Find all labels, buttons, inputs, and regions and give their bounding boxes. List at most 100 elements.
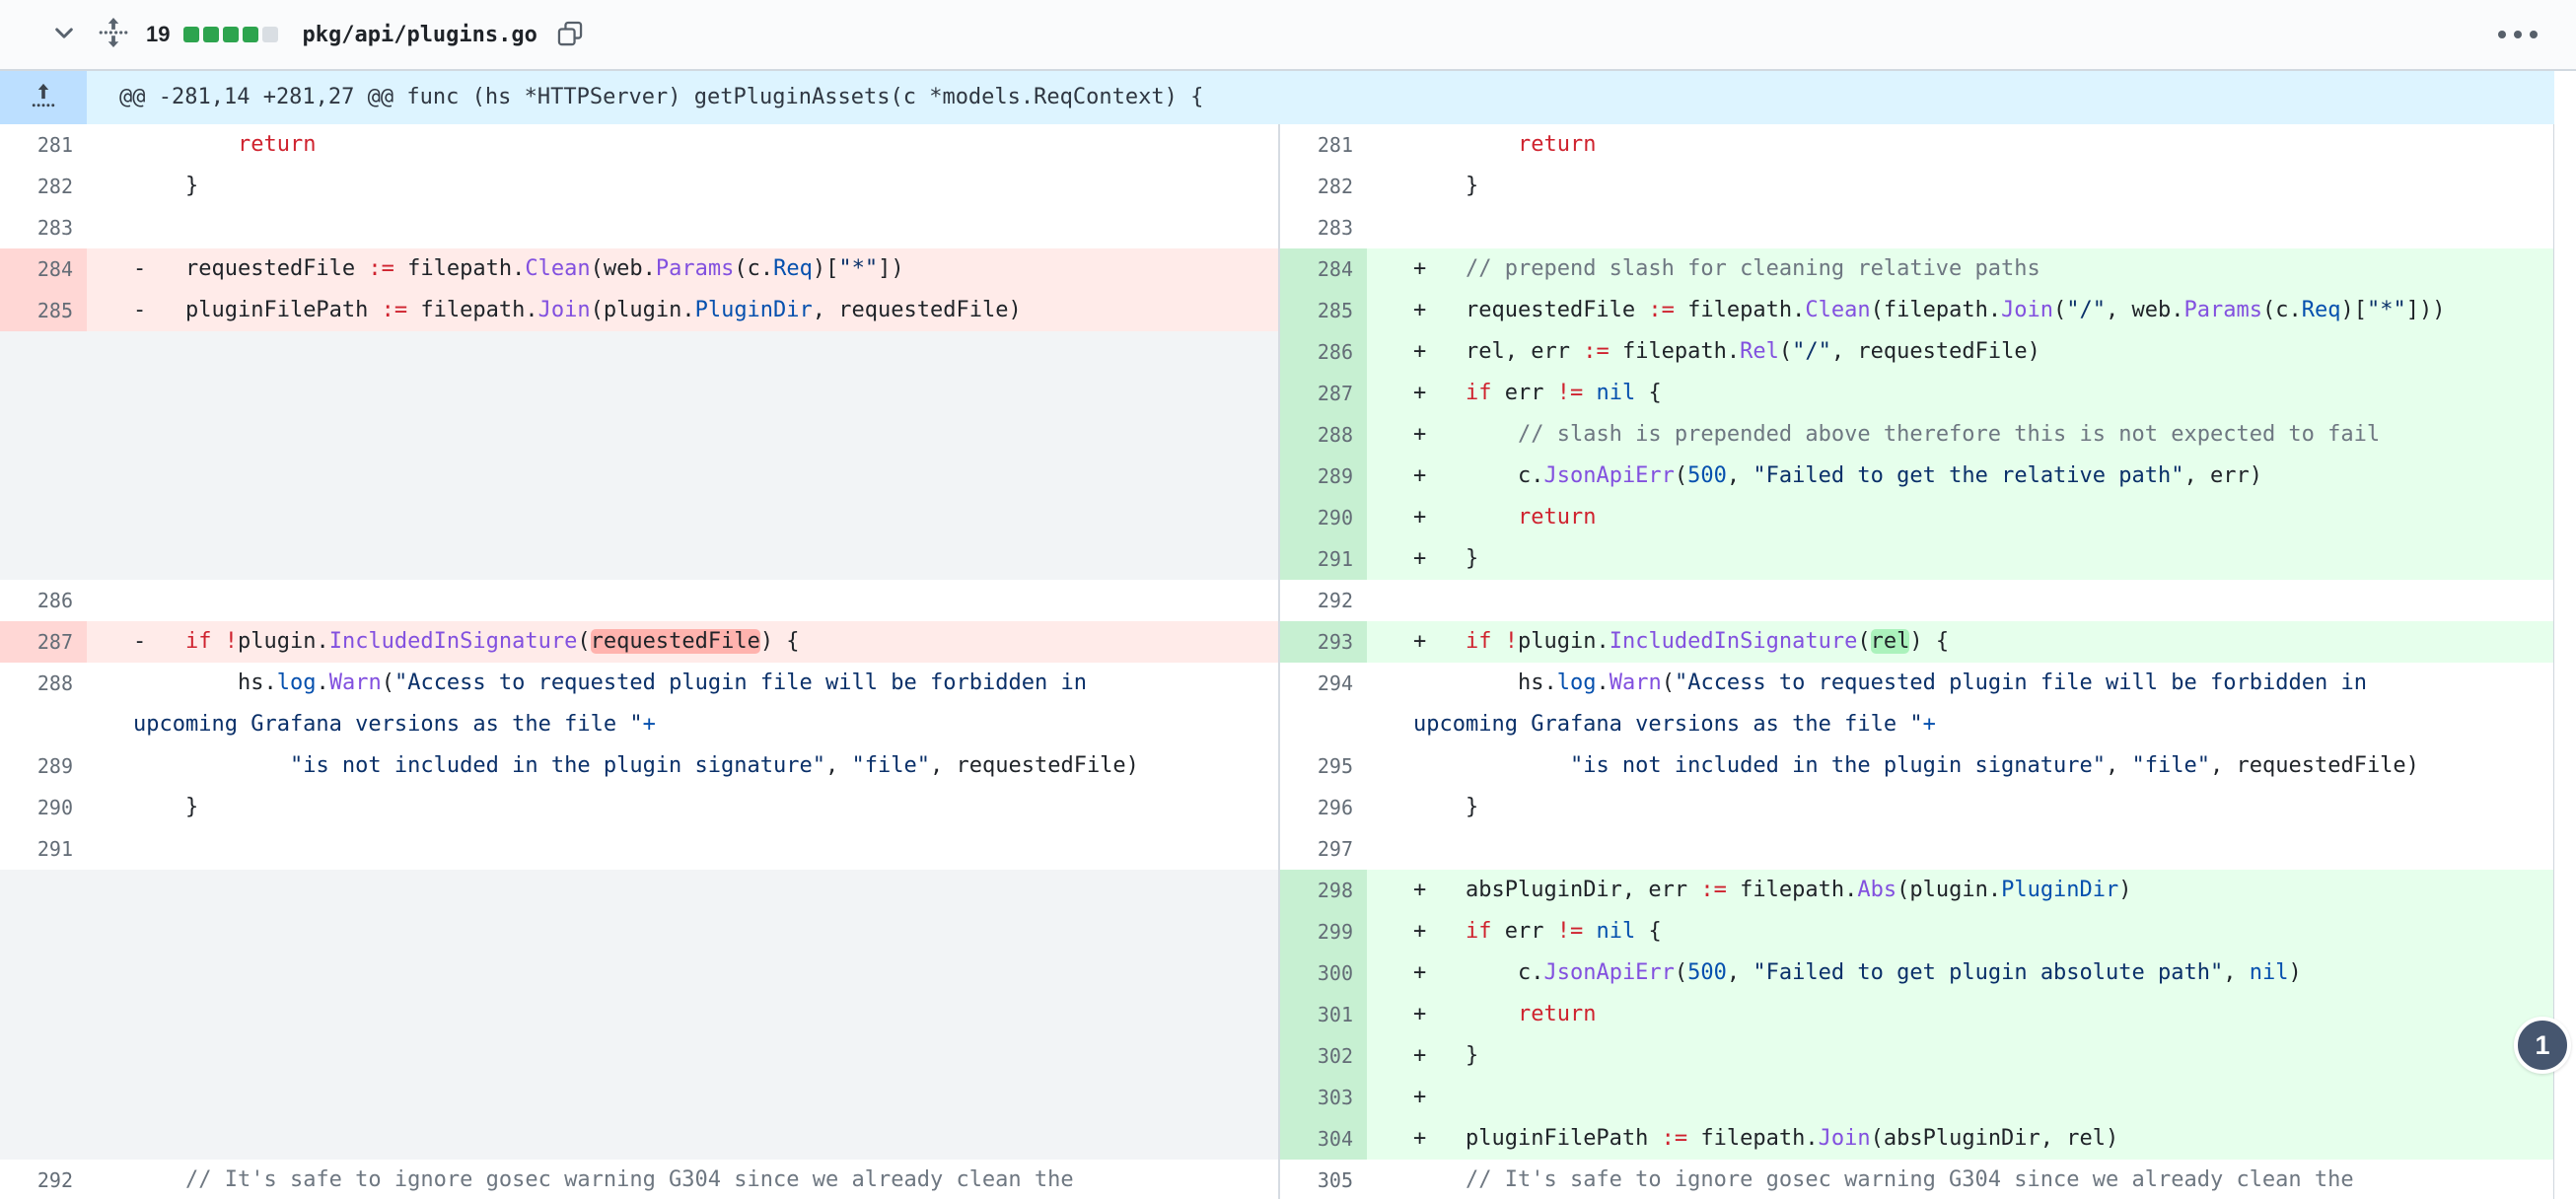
- line-number[interactable]: 287: [0, 621, 87, 663]
- old-side-cell: 292 // It's safe to ignore gosec warning…: [0, 1160, 1278, 1199]
- code-line: + rel, err := filepath.Rel("/", requeste…: [1367, 331, 2553, 373]
- line-number: [0, 331, 87, 373]
- line-number[interactable]: 287: [1280, 373, 1367, 414]
- line-number[interactable]: 289: [0, 745, 87, 787]
- line-number[interactable]: 297: [1280, 828, 1367, 870]
- old-side-cell: 282 }: [0, 166, 1278, 207]
- diffstat-block: [223, 27, 240, 42]
- line-number[interactable]: 285: [0, 290, 87, 331]
- new-side-cell: 304 + pluginFilePath := filepath.Join(abs…: [1278, 1118, 2553, 1160]
- line-number[interactable]: 288: [1280, 414, 1367, 456]
- line-number[interactable]: 281: [1280, 124, 1367, 166]
- code-line: + // prepend slash for cleaning relative…: [1367, 248, 2553, 290]
- collapse-file-button[interactable]: [51, 21, 77, 49]
- file-path-link[interactable]: pkg/api/plugins.go: [302, 23, 537, 47]
- chevron-down-icon: [51, 21, 77, 49]
- code-line: "is not included in the plugin signature…: [1367, 745, 2553, 787]
- line-number[interactable]: 302: [1280, 1035, 1367, 1077]
- code-line: + c.JsonApiErr(500, "Failed to get the r…: [1367, 456, 2553, 497]
- code-line: [87, 456, 1278, 497]
- line-number[interactable]: 284: [1280, 248, 1367, 290]
- line-number[interactable]: 291: [1280, 538, 1367, 580]
- line-number: [0, 497, 87, 538]
- line-number[interactable]: 292: [1280, 580, 1367, 621]
- line-number[interactable]: 300: [1280, 952, 1367, 994]
- diff-row: 304 + pluginFilePath := filepath.Join(abs…: [0, 1118, 2553, 1160]
- code-line: [87, 497, 1278, 538]
- line-number[interactable]: 295: [1280, 745, 1367, 787]
- new-side-cell: 291 + }: [1278, 538, 2553, 580]
- line-number[interactable]: 289: [1280, 456, 1367, 497]
- old-side-cell: 288 hs.log.Warn("Access to requested plu…: [0, 663, 1278, 745]
- file-options-button[interactable]: [2491, 22, 2546, 48]
- code-line: + if err != nil {: [1367, 373, 2553, 414]
- copy-path-button[interactable]: [557, 21, 583, 49]
- diff-marker: -: [133, 256, 147, 281]
- code-line: }: [87, 166, 1278, 207]
- line-number[interactable]: 298: [1280, 870, 1367, 911]
- code-line: [87, 207, 1278, 248]
- line-number: [0, 414, 87, 456]
- line-number: [0, 1077, 87, 1118]
- diffstat-block: [262, 27, 279, 42]
- line-number: [0, 911, 87, 952]
- code-line: [87, 994, 1278, 1035]
- code-line: }: [87, 787, 1278, 828]
- new-side-cell: 294 hs.log.Warn("Access to requested plu…: [1278, 663, 2553, 745]
- new-side-cell: 293 + if !plugin.IncludedInSignature(rel)…: [1278, 621, 2553, 663]
- line-number[interactable]: 282: [0, 166, 87, 207]
- new-side-cell: 286 + rel, err := filepath.Rel("/", reque…: [1278, 331, 2553, 373]
- diff-marker: +: [1413, 878, 1427, 902]
- line-number[interactable]: 291: [0, 828, 87, 870]
- line-number[interactable]: 304: [1280, 1118, 1367, 1160]
- old-side-cell: [0, 331, 1278, 373]
- new-side-cell: 281 return: [1278, 124, 2553, 166]
- line-number[interactable]: 294: [1280, 663, 1367, 745]
- line-number[interactable]: 283: [0, 207, 87, 248]
- code-line: // It's safe to ignore gosec warning G30…: [87, 1160, 1278, 1199]
- line-number[interactable]: 281: [0, 124, 87, 166]
- diff-marker: +: [1413, 919, 1427, 944]
- diff-row: 302 + }: [0, 1035, 2553, 1077]
- line-number[interactable]: 285: [1280, 290, 1367, 331]
- diff-marker: +: [1413, 463, 1427, 488]
- diffstat-block: [183, 27, 200, 42]
- code-line: [87, 952, 1278, 994]
- comment-count-badge[interactable]: 1: [2514, 1017, 2571, 1074]
- line-number[interactable]: 299: [1280, 911, 1367, 952]
- diff-row: 285- pluginFilePath := filepath.Join(plu…: [0, 290, 2553, 331]
- fold-up-icon: [31, 82, 56, 114]
- line-number[interactable]: 293: [1280, 621, 1367, 663]
- diff-marker: +: [1413, 298, 1427, 322]
- code-line: [87, 331, 1278, 373]
- line-number[interactable]: 286: [0, 580, 87, 621]
- line-number[interactable]: 296: [1280, 787, 1367, 828]
- line-number[interactable]: 303: [1280, 1077, 1367, 1118]
- code-line: - pluginFilePath := filepath.Join(plugin…: [87, 290, 1278, 331]
- expand-hunk-button[interactable]: [0, 71, 87, 124]
- old-side-cell: 291: [0, 828, 1278, 870]
- line-number[interactable]: 292: [0, 1160, 87, 1199]
- old-side-cell: 283: [0, 207, 1278, 248]
- line-number[interactable]: 286: [1280, 331, 1367, 373]
- code-line: [87, 414, 1278, 456]
- line-number[interactable]: 305: [1280, 1160, 1367, 1199]
- line-number[interactable]: 290: [0, 787, 87, 828]
- line-number[interactable]: 290: [1280, 497, 1367, 538]
- line-number[interactable]: 301: [1280, 994, 1367, 1035]
- old-side-cell: [0, 952, 1278, 994]
- line-number: [0, 994, 87, 1035]
- code-line: }: [1367, 166, 2553, 207]
- diff-row: 286 + rel, err := filepath.Rel("/", reque…: [0, 331, 2553, 373]
- diff-marker: +: [1413, 505, 1427, 529]
- line-number: [0, 1118, 87, 1160]
- new-side-cell: 305 // It's safe to ignore gosec warning…: [1278, 1160, 2553, 1199]
- diff-marker: +: [1413, 381, 1427, 405]
- line-number: [0, 1035, 87, 1077]
- line-number[interactable]: 288: [0, 663, 87, 745]
- line-number[interactable]: 283: [1280, 207, 1367, 248]
- line-number[interactable]: 284: [0, 248, 87, 290]
- diff-file-view: 19 pkg/api/plugins.go @@ -281,14 +281,27…: [0, 0, 2576, 1199]
- drag-handle[interactable]: [99, 17, 128, 53]
- line-number[interactable]: 282: [1280, 166, 1367, 207]
